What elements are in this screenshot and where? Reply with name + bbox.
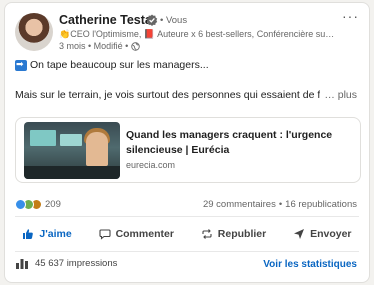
repost-button[interactable]: Republier <box>195 224 272 244</box>
post-text-line1-label: On tape beaucoup sur les managers... <box>30 59 209 71</box>
reaction-count[interactable]: 209 <box>45 199 61 210</box>
repost-icon <box>202 229 212 239</box>
counts-separator: • <box>278 199 283 210</box>
author-avatar[interactable] <box>15 13 53 51</box>
reactions-summary[interactable]: 209 <box>15 199 61 210</box>
divider <box>15 216 359 217</box>
comments-count[interactable]: 29 commentaires <box>203 199 276 210</box>
link-thumbnail <box>24 122 120 179</box>
globe-icon <box>131 41 141 51</box>
action-bar: J'aime Commenter Republier Envoyer <box>9 221 365 247</box>
link-domain: eurecia.com <box>126 160 176 170</box>
post-text-line1: On tape beaucoup sur les managers... <box>15 59 209 71</box>
comment-label: Commenter <box>115 228 174 240</box>
post-text-line2: Mais sur le terrain, je vois surtout des… <box>15 89 338 101</box>
impressions[interactable]: 45 637 impressions <box>15 257 117 269</box>
post-card: Catherine Testa • Vous 👏CEO l'Optimisme,… <box>4 2 370 283</box>
post-meta-text: 3 mois • Modifié • <box>59 41 129 51</box>
arrow-right-icon <box>15 59 27 71</box>
send-button[interactable]: Envoyer <box>287 224 357 244</box>
impressions-count: 45 637 impressions <box>35 257 118 269</box>
like-label: J'aime <box>39 228 72 240</box>
view-stats-link[interactable]: Voir les statistiques <box>263 259 357 270</box>
post-meta: 3 mois • Modifié • <box>59 41 141 51</box>
connection-degree: • Vous <box>160 15 188 26</box>
send-label: Envoyer <box>310 228 352 240</box>
engagement-counts: 29 commentaires • 16 republications <box>203 199 357 210</box>
comment-button[interactable]: Commenter <box>93 224 180 244</box>
verified-icon <box>146 14 158 26</box>
link-preview[interactable]: Quand les managers craquent : l'urgence … <box>15 117 361 183</box>
send-icon <box>294 229 305 239</box>
like-reaction-icon <box>15 199 26 210</box>
thumbs-up-icon <box>23 229 34 239</box>
author-name[interactable]: Catherine Testa <box>59 13 152 27</box>
repost-label: Republier <box>217 228 267 240</box>
reposts-count[interactable]: 16 republications <box>285 199 357 210</box>
like-button[interactable]: J'aime <box>16 224 77 244</box>
comment-icon <box>99 229 111 240</box>
more-options-icon[interactable]: ··· <box>342 9 359 23</box>
bar-chart-icon <box>16 259 28 269</box>
link-title[interactable]: Quand les managers craquent : l'urgence … <box>126 128 352 158</box>
see-more-button[interactable]: … plus <box>320 89 357 101</box>
divider <box>15 251 359 252</box>
author-headline: 👏CEO l'Optimisme, 📕 Auteure x 6 best-sel… <box>59 29 335 39</box>
